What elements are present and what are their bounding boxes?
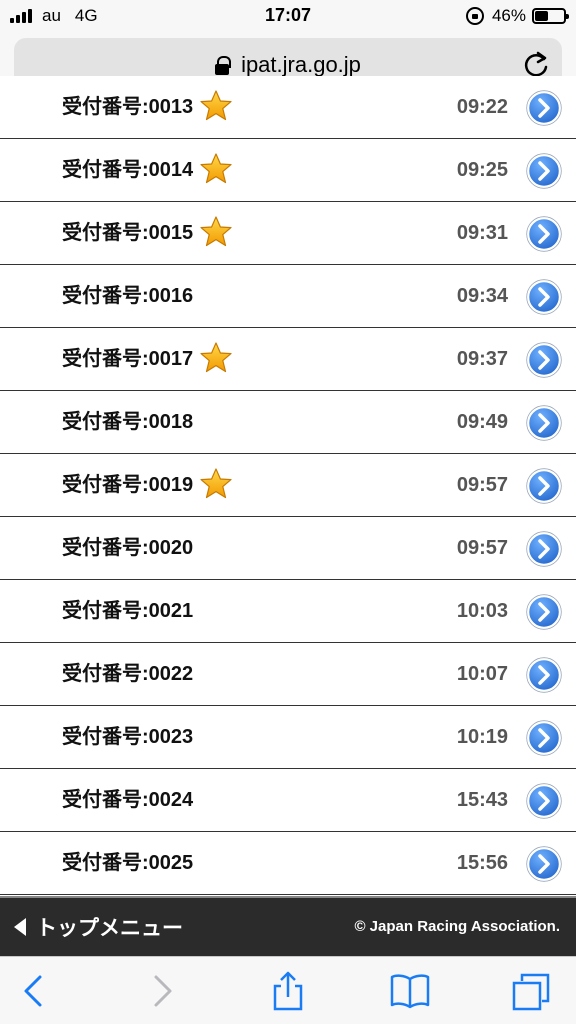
url-text: ipat.jra.go.jp: [241, 52, 361, 77]
star-icon: [199, 89, 233, 123]
status-bar: au 4G 17:07 46%: [0, 0, 576, 34]
list-item[interactable]: 受付番号:0024 15:43: [0, 769, 576, 832]
list-item[interactable]: 受付番号:0016 09:34: [0, 265, 576, 328]
receipt-number: 受付番号:0017: [62, 348, 194, 370]
chevron-right-circle-icon[interactable]: [526, 531, 562, 567]
share-icon[interactable]: [268, 971, 308, 1011]
chevron-right-circle-icon[interactable]: [526, 657, 562, 693]
browser-toolbar: [0, 956, 576, 1024]
copyright-text: © Japan Racing Association.: [354, 918, 560, 935]
receipt-number: 受付番号:0025: [62, 852, 194, 874]
list-item[interactable]: 受付番号:0019 09:57: [0, 454, 576, 517]
receipt-number: 受付番号:0022: [62, 663, 194, 685]
chevron-right-circle-icon[interactable]: [526, 342, 562, 378]
star-icon: [199, 341, 233, 375]
rotation-lock-icon: [465, 7, 484, 25]
list-item[interactable]: 受付番号:0023 10:19: [0, 706, 576, 769]
chevron-right-circle-icon[interactable]: [526, 405, 562, 441]
list-item[interactable]: 受付番号:0014 09:25: [0, 139, 576, 202]
chevron-right-circle-icon[interactable]: [526, 846, 562, 882]
receipt-number: 受付番号:0016: [62, 285, 194, 307]
receipt-list: 受付番号:0013 09:22 受付番号:0014 09:25 受付番号:0015 09:…: [0, 76, 576, 895]
receipt-time: 09:37: [456, 348, 508, 370]
list-item[interactable]: 受付番号:0022 10:07: [0, 643, 576, 706]
receipt-time: 10:19: [456, 726, 508, 748]
chevron-right-circle-icon[interactable]: [526, 279, 562, 315]
page-footer: トップメニュー © Japan Racing Association.: [0, 896, 576, 956]
battery-percent: 46%: [491, 6, 526, 25]
list-item[interactable]: 受付番号:0020 09:57: [0, 517, 576, 580]
receipt-time: 09:34: [456, 285, 508, 307]
list-item[interactable]: 受付番号:0017 09:37: [0, 328, 576, 391]
receipt-time: 09:49: [456, 411, 508, 433]
chevron-right-circle-icon[interactable]: [526, 720, 562, 756]
back-triangle-icon: [14, 918, 26, 936]
receipt-number: 受付番号:0023: [62, 726, 194, 748]
receipt-time: 15:56: [456, 852, 508, 874]
back-icon[interactable]: [14, 971, 54, 1011]
receipt-number: 受付番号:0015: [62, 222, 194, 244]
top-menu-label: トップメニュー: [36, 917, 183, 940]
receipt-time: 10:07: [456, 663, 508, 685]
receipt-number: 受付番号:0021: [62, 600, 194, 622]
chevron-right-circle-icon[interactable]: [526, 594, 562, 630]
chevron-right-circle-icon[interactable]: [526, 90, 562, 126]
bookmarks-icon[interactable]: [390, 971, 430, 1011]
list-item[interactable]: 受付番号:0025 15:56: [0, 832, 576, 895]
battery-icon: [532, 8, 569, 24]
receipt-number: 受付番号:0013: [62, 96, 194, 118]
chevron-right-circle-icon[interactable]: [526, 468, 562, 504]
tabs-icon[interactable]: [512, 971, 552, 1011]
chevron-right-circle-icon[interactable]: [526, 783, 562, 819]
forward-icon[interactable]: [142, 971, 182, 1011]
top-menu-link[interactable]: トップメニュー: [14, 898, 183, 956]
receipt-time: 10:03: [456, 600, 508, 622]
status-right: 46%: [465, 6, 569, 26]
star-icon: [199, 152, 233, 186]
receipt-time: 09:22: [456, 96, 508, 118]
receipt-number: 受付番号:0020: [62, 537, 194, 559]
star-icon: [199, 215, 233, 249]
list-item[interactable]: 受付番号:0021 10:03: [0, 580, 576, 643]
receipt-number: 受付番号:0018: [62, 411, 194, 433]
list-item[interactable]: 受付番号:0013 09:22: [0, 76, 576, 139]
receipt-time: 09:31: [456, 222, 508, 244]
receipt-time: 09:57: [456, 537, 508, 559]
star-icon: [199, 467, 233, 501]
receipt-number: 受付番号:0024: [62, 789, 194, 811]
receipt-time: 09:25: [456, 159, 508, 181]
padlock-icon: [215, 56, 232, 75]
receipt-time: 15:43: [456, 789, 508, 811]
list-item[interactable]: 受付番号:0018 09:49: [0, 391, 576, 454]
receipt-number: 受付番号:0014: [62, 159, 194, 181]
receipt-number: 受付番号:0019: [62, 474, 194, 496]
receipt-time: 09:57: [456, 474, 508, 496]
chevron-right-circle-icon[interactable]: [526, 153, 562, 189]
chevron-right-circle-icon[interactable]: [526, 216, 562, 252]
list-item[interactable]: 受付番号:0015 09:31: [0, 202, 576, 265]
